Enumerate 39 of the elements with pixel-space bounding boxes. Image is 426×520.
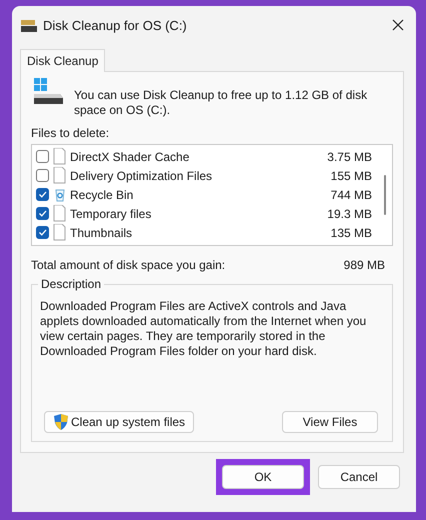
clean-up-system-files-button[interactable]: Clean up system files (44, 411, 194, 433)
view-files-button[interactable]: View Files (282, 411, 378, 433)
file-icon (53, 205, 66, 222)
tab[interactable]: Disk Cleanup (20, 49, 106, 72)
section-label: Files to delete: (31, 126, 110, 140)
file-name: Thumbnails (70, 226, 134, 240)
disk-cleanup-icon (20, 18, 37, 32)
checkmark-icon (38, 209, 47, 218)
file-icon (53, 224, 66, 241)
checkbox[interactable] (36, 226, 49, 239)
checkbox[interactable] (36, 188, 49, 201)
description-text: Downloaded Program Files are ActiveX controls and Java applets downloaded automatically from the Internet when you view certain pages. They are temporarily stored in the Downloaded Program Files folder on your hard disk. (40, 299, 368, 360)
file-size: 19.3 MB (326, 206, 373, 220)
drive-icon (31, 78, 64, 105)
file-icon (53, 148, 66, 165)
file-size: 155 MB (330, 168, 373, 182)
file-size: 135 MB (330, 226, 373, 240)
file-size: 744 MB (330, 188, 373, 202)
file-name: Delivery Optimization Files (70, 168, 214, 182)
checkmark-icon (38, 228, 47, 237)
close-icon (392, 19, 404, 31)
file-size: 3.75 MB (326, 150, 373, 164)
checkbox[interactable] (36, 150, 49, 163)
total-value: 989 MB (344, 258, 385, 272)
scrollbar-thumb[interactable] (384, 175, 386, 215)
checkmark-icon (38, 190, 47, 199)
file-name: Temporary files (70, 206, 152, 220)
file-icon (53, 167, 66, 184)
intro-text: You can use Disk Cleanup to free up to 1.12 GB of disk space on OS (C:). (74, 88, 368, 118)
file-name: Recycle Bin (70, 188, 134, 202)
total-label: Total amount of disk space you gain: (31, 258, 226, 272)
checkbox[interactable] (36, 207, 49, 220)
dialog-button[interactable]: OK (222, 465, 304, 489)
checkbox[interactable] (36, 169, 49, 182)
window-title: Disk Cleanup for OS (C:) (43, 18, 188, 32)
dialog-button[interactable]: Cancel (318, 465, 400, 489)
file-name: DirectX Shader Cache (70, 150, 190, 164)
group-title: Description (38, 277, 104, 291)
shield-icon (53, 413, 69, 431)
